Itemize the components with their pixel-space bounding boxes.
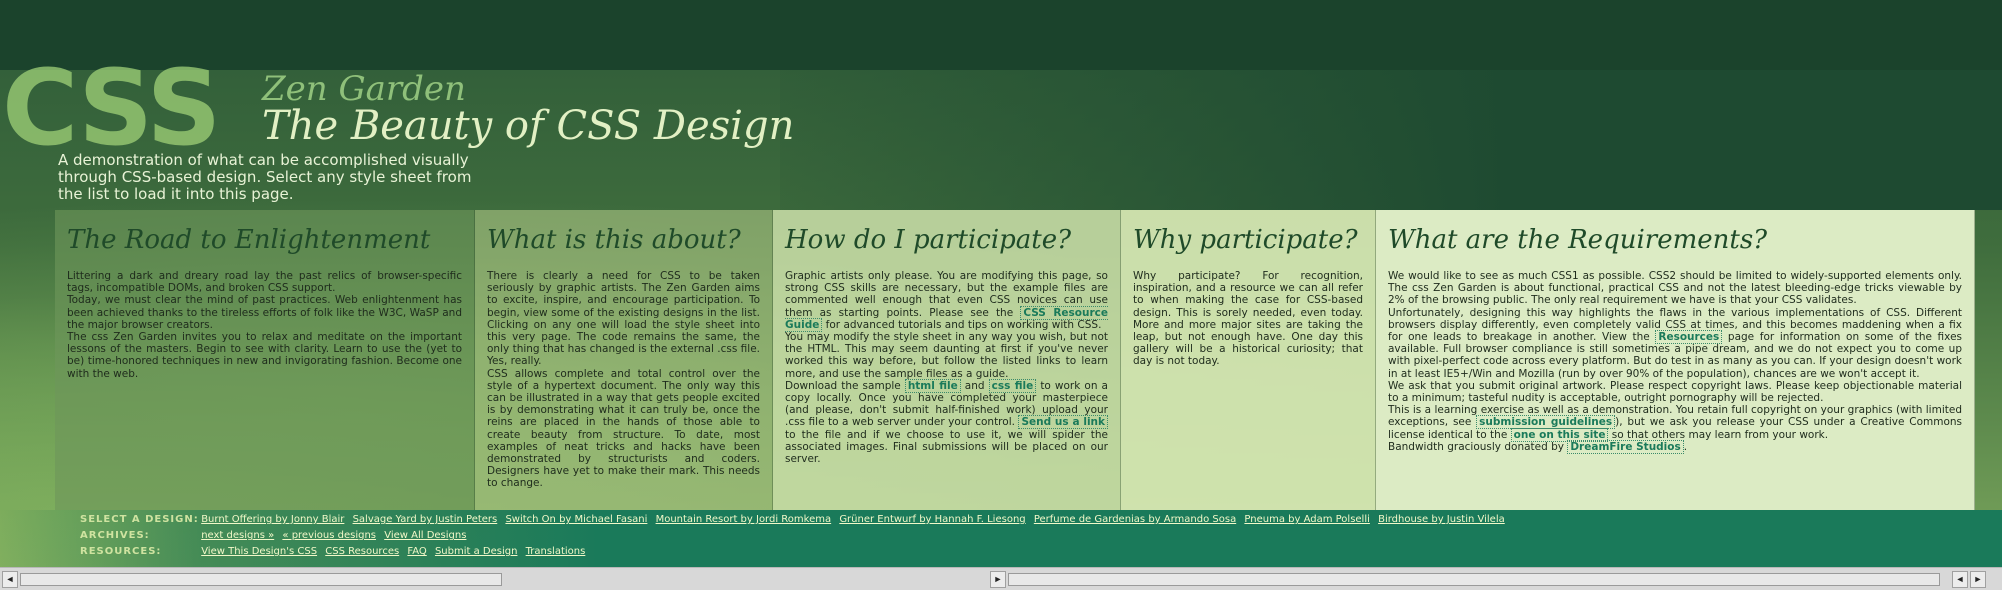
- section-paragraph: We ask that you submit original artwork.…: [1388, 379, 1962, 405]
- section-paragraph: CSS allows complete and total control ov…: [487, 367, 760, 490]
- section-paragraph: Littering a dark and dreary road lay the…: [67, 270, 462, 295]
- next-designs-link[interactable]: next designs »: [201, 530, 274, 541]
- top-bar: [0, 0, 2002, 70]
- content-columns: The Road to Enlightenment Littering a da…: [55, 210, 1975, 510]
- text: .: [1683, 440, 1688, 453]
- previous-designs-link[interactable]: « previous designs: [282, 530, 376, 541]
- view-all-designs-link[interactable]: View All Designs: [384, 530, 466, 541]
- horizontal-scrollbar[interactable]: ◄ ► ◄ ►: [0, 567, 2002, 590]
- section-paragraph: There is clearly a need for CSS to be ta…: [487, 270, 760, 368]
- design-link[interactable]: Burnt Offering by Jonny Blair: [201, 514, 344, 525]
- section-paragraph: Download the sample html file and css fi…: [785, 378, 1109, 466]
- section-paragraph: Why participate? For recognition, inspir…: [1133, 270, 1363, 368]
- logo-zen-garden: Zen Garden: [262, 69, 466, 109]
- text: Download the sample: [785, 379, 905, 392]
- text: Bandwidth graciously donated by: [1388, 440, 1568, 453]
- section-road-to-enlightenment: The Road to Enlightenment Littering a da…: [55, 210, 475, 510]
- nav-row-archives: ARCHIVES: next designs » « previous desi…: [80, 530, 471, 541]
- dreamfire-studios-link[interactable]: DreamFire Studios: [1567, 439, 1684, 454]
- logo-css: CSS: [2, 47, 221, 169]
- section-paragraph: You may modify the style sheet in any wa…: [785, 331, 1108, 380]
- scroll-left-arrow-icon[interactable]: ◄: [2, 571, 18, 588]
- section-requirements: What are the Requirements? We would like…: [1376, 210, 1975, 510]
- section-how-do-i-participate: How do I participate? Graphic artists on…: [773, 210, 1121, 510]
- resources-link[interactable]: Resources: [1655, 330, 1723, 345]
- text: to the file and if we choose to use it, …: [785, 428, 1108, 466]
- section-paragraph: The css Zen Garden invites you to relax …: [67, 331, 462, 380]
- design-navigation: SELECT A DESIGN: Burnt Offering by Jonny…: [0, 510, 2002, 567]
- section-title: The Road to Enlightenment: [67, 225, 431, 255]
- intro-summary: A demonstration of what can be accomplis…: [58, 152, 478, 203]
- scroll-thumb-secondary[interactable]: [1008, 573, 1940, 586]
- section-title: What is this about?: [487, 225, 741, 255]
- text: so that others may learn from your work.: [1608, 428, 1829, 441]
- design-link[interactable]: Salvage Yard by Justin Peters: [353, 514, 498, 525]
- scroll-right-arrow-icon[interactable]: ►: [990, 571, 1006, 588]
- archives-label: ARCHIVES:: [80, 530, 150, 541]
- send-us-a-link[interactable]: Send us a link: [1018, 415, 1109, 430]
- nav-row-resources: RESOURCES: View This Design's CSS CSS Re…: [80, 546, 590, 557]
- css-resources-link[interactable]: CSS Resources: [325, 546, 399, 557]
- section-paragraph: Bandwidth graciously donated by DreamFir…: [1388, 439, 1962, 454]
- section-paragraph: Today, we must clear the mind of past pr…: [67, 294, 462, 331]
- section-title: Why participate?: [1133, 225, 1358, 255]
- design-link[interactable]: Birdhouse by Justin Vilela: [1378, 514, 1505, 525]
- section-paragraph: We would like to see as much CSS1 as pos…: [1388, 270, 1962, 307]
- section-title: How do I participate?: [785, 225, 1072, 255]
- view-css-link[interactable]: View This Design's CSS: [201, 546, 317, 557]
- section-what-is-this-about: What is this about? There is clearly a n…: [475, 210, 773, 510]
- submit-design-link[interactable]: Submit a Design: [435, 546, 518, 557]
- scroll-thumb[interactable]: [20, 573, 502, 586]
- html-file-link[interactable]: html file: [904, 378, 961, 393]
- design-link[interactable]: Switch On by Michael Fasani: [505, 514, 647, 525]
- section-title: What are the Requirements?: [1388, 225, 1768, 255]
- select-design-label: SELECT A DESIGN:: [80, 514, 199, 525]
- scroll-left-arrow-icon-2[interactable]: ◄: [1952, 571, 1968, 588]
- intro-text: A demonstration of what can be accomplis…: [58, 151, 472, 203]
- text: for advanced tutorials and tips on worki…: [822, 318, 1102, 331]
- faq-link[interactable]: FAQ: [407, 546, 426, 557]
- css-file-link[interactable]: css file: [988, 378, 1037, 393]
- text: and: [960, 379, 989, 392]
- section-paragraph: Unfortunately, designing this way highli…: [1388, 307, 1962, 380]
- section-paragraph: This is a learning exercise as well as a…: [1388, 404, 1962, 442]
- translations-link[interactable]: Translations: [526, 546, 586, 557]
- section-why-participate: Why participate? Why participate? For re…: [1121, 210, 1376, 510]
- page-tagline: The Beauty of CSS Design: [262, 103, 795, 149]
- section-paragraph: Graphic artists only please. You are mod…: [785, 270, 1108, 332]
- design-link[interactable]: Pneuma by Adam Polselli: [1244, 514, 1370, 525]
- design-link[interactable]: Grüner Entwurf by Hannah F. Liesong: [839, 514, 1025, 525]
- nav-row-select: SELECT A DESIGN: Burnt Offering by Jonny…: [80, 514, 1510, 525]
- design-link[interactable]: Mountain Resort by Jordi Romkema: [656, 514, 832, 525]
- design-link[interactable]: Perfume de Gardenias by Armando Sosa: [1034, 514, 1236, 525]
- hero-shade: [780, 70, 2002, 210]
- resources-label: RESOURCES:: [80, 546, 162, 557]
- scroll-right-arrow-icon-2[interactable]: ►: [1970, 571, 1986, 588]
